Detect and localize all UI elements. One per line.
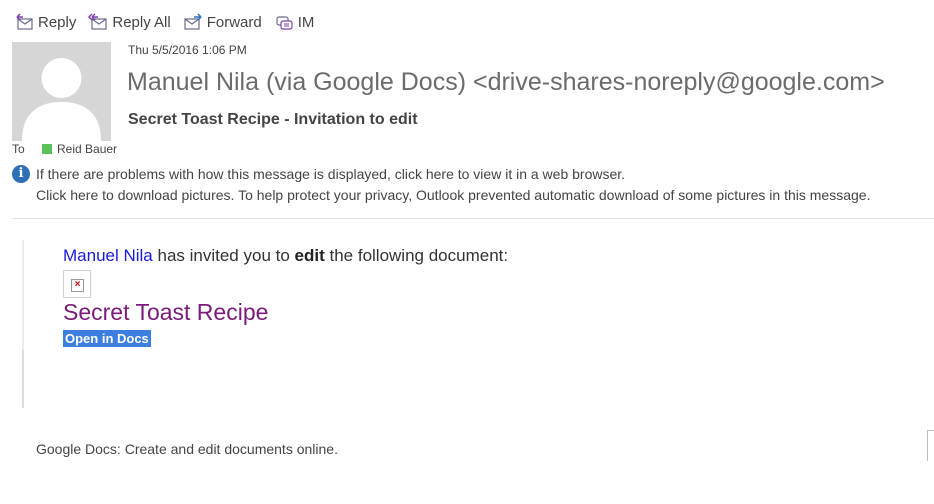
message-subject: Secret Toast Recipe - Invitation to edit (128, 111, 418, 128)
download-pictures-notice[interactable]: Click here to download pictures. To help… (12, 185, 870, 206)
info-bar[interactable]: i If there are problems with how this me… (12, 164, 870, 206)
broken-image-icon: × (71, 279, 84, 292)
forward-label: Forward (206, 13, 262, 31)
message-left-border-shadow (22, 350, 24, 408)
header-divider (12, 218, 934, 219)
sender-avatar (12, 42, 111, 141)
message-footer: Google Docs: Create and edit documents o… (36, 441, 338, 457)
forward-icon (184, 13, 202, 30)
sender-name[interactable]: Manuel Nila (via Google Docs) <drive-sha… (127, 68, 885, 97)
presence-status-icon (42, 144, 52, 154)
reply-all-label: Reply All (112, 13, 171, 31)
reading-pane-toolbar: Reply Reply All Forward IM (14, 10, 326, 34)
message-body: Manuel Nila has invited you to edit the … (63, 246, 508, 348)
person-silhouette-icon (22, 58, 101, 141)
inviter-link[interactable]: Manuel Nila (63, 246, 153, 265)
invite-action: edit (294, 246, 325, 265)
broken-image-placeholder: × (63, 270, 91, 298)
reply-icon (16, 13, 33, 30)
open-in-docs-button[interactable]: Open in Docs (63, 330, 151, 347)
reply-button[interactable]: Reply (14, 13, 76, 31)
forward-button[interactable]: Forward (183, 13, 262, 31)
info-icon: i (12, 165, 30, 183)
reply-all-button[interactable]: Reply All (88, 13, 171, 31)
im-button[interactable]: IM (274, 13, 315, 31)
im-label: IM (297, 13, 315, 31)
view-in-browser-notice[interactable]: If there are problems with how this mess… (12, 164, 870, 185)
scrollbar-edge[interactable] (927, 430, 934, 461)
invite-sentence: Manuel Nila has invited you to edit the … (63, 246, 508, 266)
document-title-link[interactable]: Secret Toast Recipe (63, 299, 508, 326)
im-icon (276, 16, 293, 30)
reply-label: Reply (38, 13, 77, 31)
recipients-row: To Reid Bauer (12, 142, 117, 156)
to-label: To (12, 142, 25, 156)
invite-text-before: has invited you to (152, 246, 295, 265)
reply-all-icon (88, 13, 107, 30)
message-date: Thu 5/5/2016 1:06 PM (128, 43, 247, 57)
recipient-name[interactable]: Reid Bauer (57, 142, 117, 156)
invite-text-after: the following document: (324, 246, 509, 265)
